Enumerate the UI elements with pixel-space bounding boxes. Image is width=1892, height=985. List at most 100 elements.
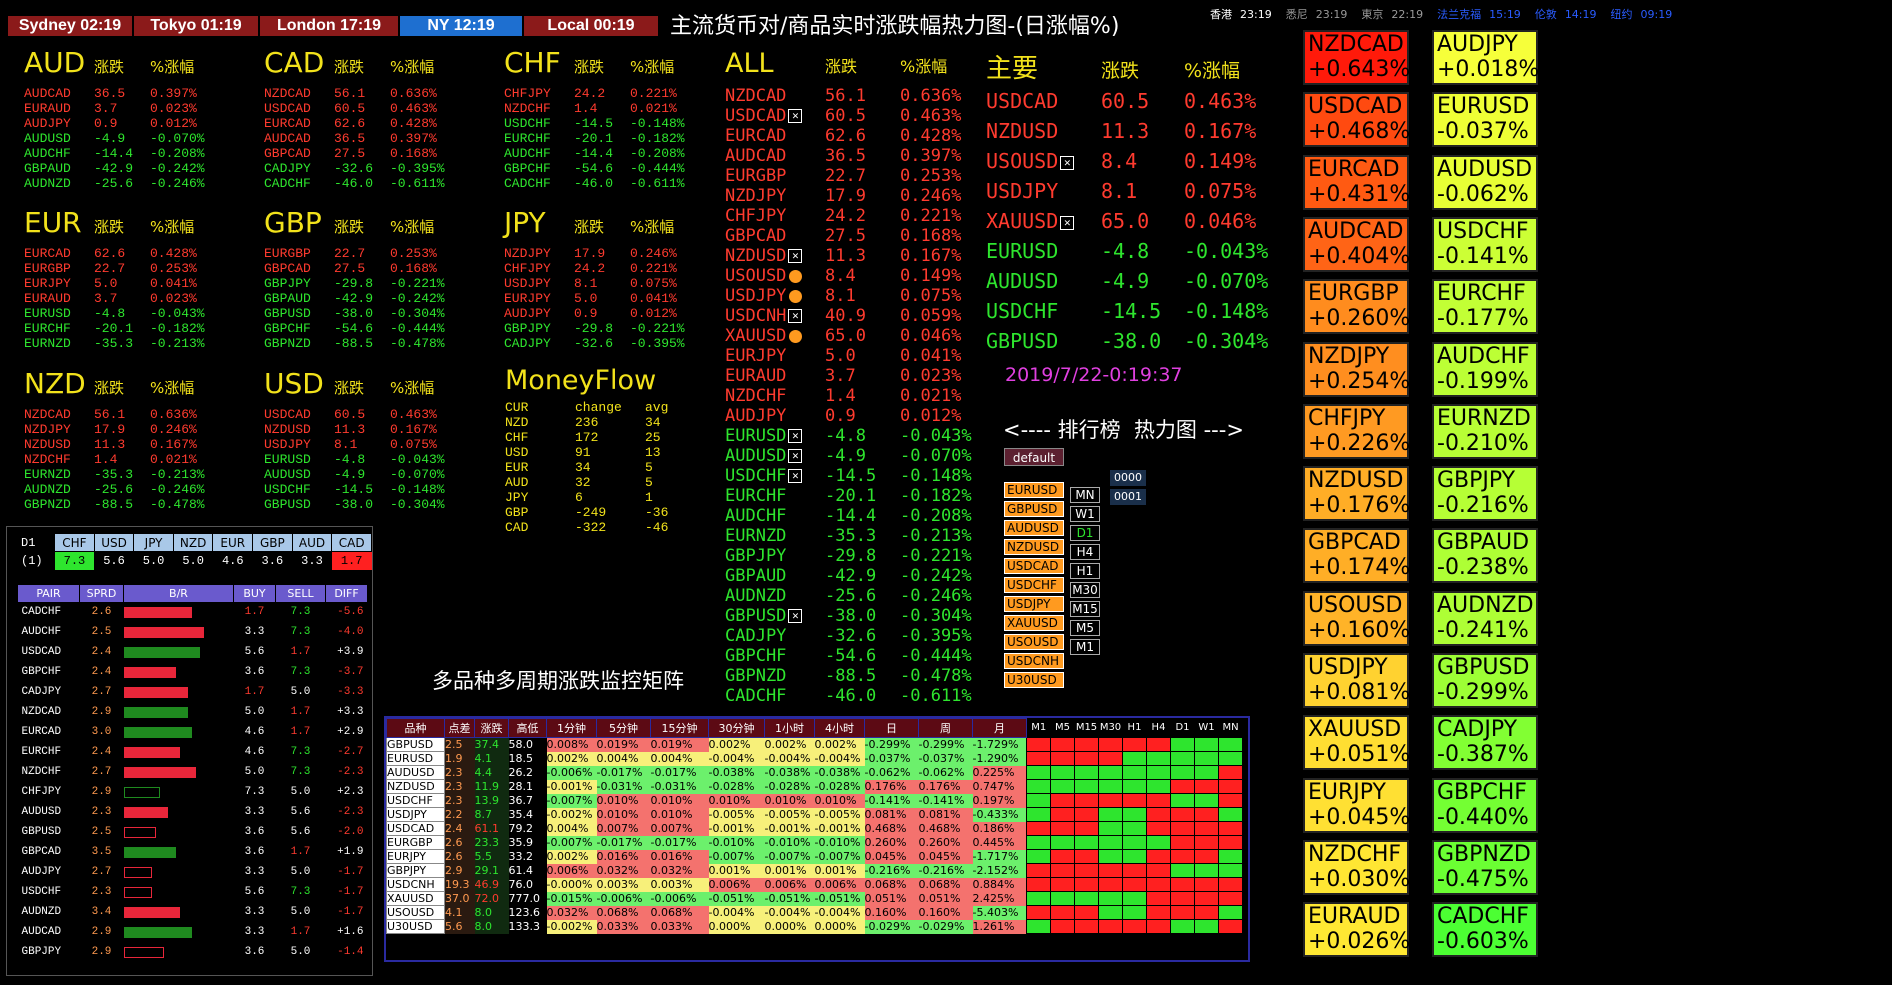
- pair-row[interactable]: GBPCHF -54.6 -0.444%: [504, 161, 714, 176]
- matrix-row[interactable]: USOUSD 4.1 8.0 123.6 0.032% 0.068% 0.068% -0.00…: [386, 905, 1243, 920]
- timeframe-button-h4[interactable]: H4: [1070, 544, 1100, 560]
- all-pair-row[interactable]: GBPNZD -88.5 -0.478%: [725, 666, 995, 686]
- timeframe-button-m5[interactable]: M5: [1070, 620, 1100, 636]
- all-pair-row[interactable]: GBPCHF -54.6 -0.444%: [725, 646, 995, 666]
- all-pair-row[interactable]: EURCHF -20.1 -0.182%: [725, 486, 995, 506]
- heatmap-cell-eurusd[interactable]: EURUSD -0.037%: [1432, 92, 1538, 148]
- all-pair-row[interactable]: NZDUSD ✕ 11.3 0.167%: [725, 246, 995, 266]
- symbol-button-usdcad[interactable]: USDCAD: [1004, 558, 1064, 574]
- all-pair-row[interactable]: EURAUD 3.7 0.023%: [725, 366, 995, 386]
- pair-table-row[interactable]: EURCHF 2.4 4.6 7.3 -2.7: [18, 742, 368, 762]
- heatmap-cell-nzdusd[interactable]: NZDUSD +0.176%: [1303, 466, 1410, 522]
- pair-row[interactable]: GBPCAD 27.5 0.168%: [264, 261, 474, 276]
- pair-row[interactable]: GBPNZD -88.5 -0.478%: [24, 497, 234, 512]
- close-icon[interactable]: ✕: [1060, 155, 1075, 170]
- all-pair-row[interactable]: EURUSD ✕ -4.8 -0.043%: [725, 426, 995, 446]
- all-pair-row[interactable]: USDCHF ✕ -14.5 -0.148%: [725, 466, 995, 486]
- pair-row[interactable]: AUDJPY 0.9 0.012%: [24, 116, 234, 131]
- pair-row[interactable]: EURCAD 62.6 0.428%: [264, 116, 474, 131]
- pair-row[interactable]: AUDCHF -14.4 -0.208%: [504, 146, 714, 161]
- pair-row[interactable]: EURNZD -35.3 -0.213%: [24, 336, 234, 351]
- all-pair-row[interactable]: USDJPY 8.1 0.075%: [725, 286, 995, 306]
- pair-row[interactable]: GBPJPY -29.8 -0.221%: [504, 321, 714, 336]
- major-pair-row[interactable]: GBPUSD -38.0 -0.304%: [986, 326, 1286, 356]
- heatmap-cell-chfjpy[interactable]: CHFJPY +0.226%: [1303, 403, 1410, 459]
- pair-row[interactable]: NZDJPY 17.9 0.246%: [504, 246, 714, 261]
- pair-row[interactable]: CADJPY -32.6 -0.395%: [504, 336, 714, 351]
- heatmap-cell-eurnzd[interactable]: EURNZD -0.210%: [1432, 403, 1538, 459]
- all-pair-row[interactable]: NZDJPY 17.9 0.246%: [725, 186, 995, 206]
- pair-row[interactable]: AUDCAD 36.5 0.397%: [264, 131, 474, 146]
- pair-table-row[interactable]: EURCAD 3.0 4.6 1.7 +2.9: [18, 722, 368, 742]
- pair-row[interactable]: EURCAD 62.6 0.428%: [24, 246, 234, 261]
- pair-table-row[interactable]: AUDCAD 2.9 3.3 1.7 +1.6: [18, 922, 368, 942]
- major-pair-row[interactable]: USOUSD ✕ 8.4 0.149%: [986, 146, 1286, 176]
- pair-row[interactable]: CHFJPY 24.2 0.221%: [504, 261, 714, 276]
- heatmap-cell-gbpcad[interactable]: GBPCAD +0.174%: [1303, 528, 1410, 584]
- symbol-button-usousd[interactable]: USOUSD: [1004, 634, 1064, 650]
- major-pair-row[interactable]: XAUUSD ✕ 65.0 0.046%: [986, 206, 1286, 236]
- pair-table-row[interactable]: NZDCAD 2.9 5.0 1.7 +3.3: [18, 702, 368, 722]
- pair-row[interactable]: EURCHF -20.1 -0.182%: [504, 131, 714, 146]
- pair-row[interactable]: EURGBP 22.7 0.253%: [264, 246, 474, 261]
- major-pair-row[interactable]: AUDUSD -4.9 -0.070%: [986, 266, 1286, 296]
- pair-table-row[interactable]: USDCAD 2.4 5.6 1.7 +3.9: [18, 642, 368, 662]
- pair-row[interactable]: USDCAD 60.5 0.463%: [264, 407, 474, 422]
- pair-row[interactable]: NZDUSD 11.3 0.167%: [24, 437, 234, 452]
- pair-row[interactable]: AUDNZD -25.6 -0.246%: [24, 482, 234, 497]
- close-icon[interactable]: ✕: [788, 249, 803, 263]
- all-pair-row[interactable]: AUDCAD 36.5 0.397%: [725, 146, 995, 166]
- heatmap-cell-cadjpy[interactable]: CADJPY -0.387%: [1432, 715, 1538, 771]
- matrix-row[interactable]: GBPUSD 2.5 37.4 58.0 0.008% 0.019% 0.019% 0.002…: [386, 737, 1243, 752]
- major-pair-row[interactable]: USDJPY 8.1 0.075%: [986, 176, 1286, 206]
- pair-row[interactable]: GBPAUD -42.9 -0.242%: [24, 161, 234, 176]
- pair-row[interactable]: CADCHF -46.0 -0.611%: [264, 176, 474, 191]
- all-pair-row[interactable]: NZDCAD 56.1 0.636%: [725, 86, 995, 106]
- all-pair-row[interactable]: CADJPY -32.6 -0.395%: [725, 626, 995, 646]
- heatmap-cell-eurjpy[interactable]: EURJPY +0.045%: [1303, 777, 1410, 833]
- timeframe-button-h1[interactable]: H1: [1070, 563, 1100, 579]
- pair-row[interactable]: EURAUD 3.7 0.023%: [24, 291, 234, 306]
- pair-row[interactable]: GBPCAD 27.5 0.168%: [264, 146, 474, 161]
- heatmap-cell-gbpaud[interactable]: GBPAUD -0.238%: [1432, 528, 1538, 584]
- pair-table-row[interactable]: AUDCHF 2.5 3.3 7.3 -4.0: [18, 622, 368, 642]
- matrix-row[interactable]: USDJPY 2.2 8.7 35.4 -0.002% 0.010% 0.010% -0.00…: [386, 807, 1243, 822]
- pair-row[interactable]: EURUSD -4.8 -0.043%: [24, 306, 234, 321]
- symbol-button-nzdusd[interactable]: NZDUSD: [1004, 539, 1064, 555]
- pair-table-row[interactable]: AUDUSD 2.3 3.3 5.6 -2.3: [18, 802, 368, 822]
- close-icon[interactable]: ✕: [788, 429, 803, 443]
- pair-row[interactable]: EURJPY 5.0 0.041%: [504, 291, 714, 306]
- heatmap-cell-audjpy[interactable]: AUDJPY +0.018%: [1432, 30, 1539, 85]
- pair-row[interactable]: GBPNZD -88.5 -0.478%: [264, 336, 474, 351]
- pair-table-row[interactable]: CADJPY 2.7 1.7 5.0 -3.3: [18, 682, 368, 702]
- heatmap-cell-gbpusd[interactable]: GBPUSD -0.299%: [1432, 653, 1538, 708]
- heatmap-cell-cadchf[interactable]: CADCHF -0.603%: [1432, 902, 1538, 958]
- pair-row[interactable]: EURAUD 3.7 0.023%: [24, 101, 234, 116]
- all-pair-row[interactable]: AUDUSD ✕ -4.9 -0.070%: [725, 446, 995, 466]
- pair-table-row[interactable]: NZDCHF 2.7 5.0 7.3 -2.3: [18, 762, 368, 782]
- matrix-row[interactable]: EURGBP 2.6 23.3 35.9 -0.007% -0.017% -0.017% -0…: [386, 835, 1243, 850]
- all-pair-row[interactable]: AUDCHF -14.4 -0.208%: [725, 506, 995, 526]
- heatmap-cell-usdjpy[interactable]: USDJPY +0.081%: [1303, 653, 1410, 708]
- timeframe-button-m1[interactable]: M1: [1070, 639, 1100, 655]
- heatmap-cell-gbpnzd[interactable]: GBPNZD -0.475%: [1432, 839, 1538, 895]
- matrix-row[interactable]: XAUUSD 37.0 72.0 777.0 -0.015% -0.006% -0.006%…: [386, 891, 1243, 906]
- pair-row[interactable]: AUDCAD 36.5 0.397%: [24, 86, 234, 101]
- all-pair-row[interactable]: USDCNH ✕ 40.9 0.059%: [725, 306, 995, 326]
- pair-row[interactable]: CADJPY -32.6 -0.395%: [264, 161, 474, 176]
- pair-row[interactable]: CHFJPY 24.2 0.221%: [504, 86, 714, 101]
- pair-row[interactable]: GBPUSD -38.0 -0.304%: [264, 497, 474, 512]
- all-pair-row[interactable]: CHFJPY 24.2 0.221%: [725, 206, 995, 226]
- all-pair-row[interactable]: EURNZD -35.3 -0.213%: [725, 526, 995, 546]
- symbol-button-usdcnh[interactable]: USDCNH: [1004, 653, 1064, 669]
- pair-row[interactable]: GBPUSD -38.0 -0.304%: [264, 306, 474, 321]
- heatmap-cell-usousd[interactable]: USOUSD +0.160%: [1303, 590, 1410, 646]
- close-icon[interactable]: ✕: [788, 309, 803, 323]
- all-pair-row[interactable]: CADCHF -46.0 -0.611%: [725, 686, 995, 706]
- pair-row[interactable]: EURNZD -35.3 -0.213%: [24, 467, 234, 482]
- pair-row[interactable]: NZDCAD 56.1 0.636%: [24, 407, 234, 422]
- pair-row[interactable]: USDCHF -14.5 -0.148%: [504, 116, 714, 131]
- heatmap-cell-audcad[interactable]: AUDCAD +0.404%: [1303, 216, 1410, 272]
- heatmap-cell-usdchf[interactable]: USDCHF -0.141%: [1432, 216, 1538, 272]
- heatmap-cell-usdcad[interactable]: USDCAD +0.468%: [1303, 92, 1410, 148]
